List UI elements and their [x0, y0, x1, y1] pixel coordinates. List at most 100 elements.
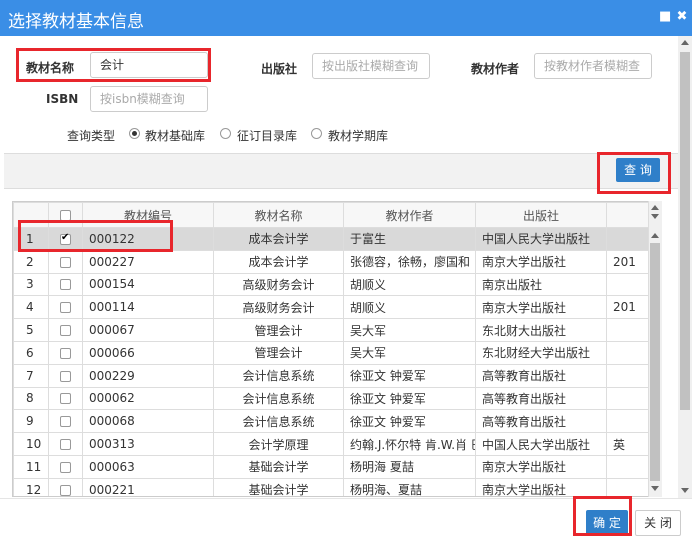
row-select[interactable]: [48, 409, 83, 434]
grid-scroll-thumb[interactable]: [650, 243, 660, 481]
row-publisher: 南京大学出版社: [475, 477, 607, 496]
row-publisher: 南京大学出版社: [475, 454, 607, 479]
dialog-scroll-down-icon[interactable]: [681, 488, 689, 493]
row-name: 管理会计: [213, 340, 344, 365]
table-row[interactable]: 2 000227 成本会计学 张德容，徐畅，廖国和 南京大学出版社 201: [13, 249, 661, 274]
row-name: 会计信息系统: [213, 409, 344, 434]
table-row[interactable]: 11 000063 基础会计学 杨明海 夏喆 南京大学出版社: [13, 454, 661, 479]
row-select[interactable]: [48, 318, 83, 342]
table-row[interactable]: 9 000068 会计信息系统 徐亚文 钟爱军 高等教育出版社: [13, 409, 661, 434]
row-checkbox[interactable]: [60, 439, 71, 451]
row-select[interactable]: [48, 432, 83, 456]
row-checkbox[interactable]: [60, 461, 71, 473]
query-type-label-base: 教材基础库: [145, 129, 206, 143]
row-select[interactable]: [48, 363, 83, 388]
row-author: 徐亚文 钟爱军: [343, 363, 476, 388]
close-button[interactable]: 关 闭: [635, 510, 681, 536]
row-index: 9: [13, 409, 49, 434]
row-name: 管理会计: [213, 318, 344, 342]
row-code: 000114: [82, 295, 214, 320]
row-publisher: 东北财大出版社: [475, 318, 607, 342]
grid-scroll-up-arrow-icon[interactable]: [651, 233, 659, 238]
row-publisher: 中国人民大学出版社: [475, 227, 607, 251]
row-index: 5: [13, 318, 49, 342]
dialog-title: 选择教材基本信息: [8, 12, 144, 32]
row-publisher: 高等教育出版社: [475, 363, 607, 388]
row-author: 杨明海、夏喆: [343, 477, 476, 496]
table-row[interactable]: 10 000313 会计学原理 约翰.J.怀尔特 肯.W.肖 巴中国人民大学出版社英: [13, 432, 661, 456]
row-checkbox[interactable]: [60, 347, 71, 359]
row-code: 000066: [82, 340, 214, 365]
row-name: 会计信息系统: [213, 386, 344, 411]
col-header-publisher[interactable]: 出版社: [475, 202, 607, 228]
row-checkbox[interactable]: [60, 302, 71, 314]
row-select[interactable]: [48, 295, 83, 320]
row-checkbox[interactable]: [60, 279, 71, 291]
query-type-radio-semester[interactable]: [311, 128, 322, 139]
row-publisher: 中国人民大学出版社: [475, 432, 607, 456]
table-row[interactable]: 8 000062 会计信息系统 徐亚文 钟爱军 高等教育出版社: [13, 386, 661, 411]
close-icon[interactable]: ✖: [676, 10, 688, 23]
row-code: 000068: [82, 409, 214, 434]
table-row[interactable]: 6 000066 管理会计 吴大军 东北财经大学出版社: [13, 340, 661, 365]
table-row[interactable]: 3 000154 高级财务会计 胡顺义 南京出版社: [13, 272, 661, 297]
row-author: 于富生: [343, 227, 476, 251]
table-row[interactable]: 12 000221 基础会计学 杨明海、夏喆 南京大学出版社: [13, 477, 661, 496]
row-checkbox[interactable]: [60, 393, 71, 405]
row-select[interactable]: [48, 386, 83, 411]
row-checkbox[interactable]: [60, 325, 71, 337]
row-code: 000067: [82, 318, 214, 342]
row-index: 12: [13, 477, 49, 496]
table-row[interactable]: 7 000229 会计信息系统 徐亚文 钟爱军 高等教育出版社: [13, 363, 661, 388]
row-select[interactable]: [48, 340, 83, 365]
isbn-input[interactable]: 按isbn模糊查询: [90, 86, 208, 112]
grid-scroll-down-icon[interactable]: [651, 486, 659, 491]
row-publisher: 东北财经大学出版社: [475, 340, 607, 365]
row-select[interactable]: [48, 477, 83, 496]
grid-scroll-up-icon[interactable]: [651, 205, 659, 210]
table-row[interactable]: 4 000114 高级财务会计 胡顺义 南京大学出版社 201: [13, 295, 661, 320]
query-toolbar: [4, 153, 688, 189]
row-checkbox[interactable]: [60, 416, 71, 428]
row-index: 6: [13, 340, 49, 365]
row-publisher: 南京大学出版社: [475, 249, 607, 274]
row-checkbox[interactable]: [60, 370, 71, 382]
maximize-icon[interactable]: ■: [659, 10, 671, 23]
row-index: 7: [13, 363, 49, 388]
highlight-row-box: [18, 220, 173, 252]
query-type-radio-catalog[interactable]: [220, 128, 231, 139]
row-publisher: 南京大学出版社: [475, 295, 607, 320]
row-name: 高级财务会计: [213, 295, 344, 320]
author-input[interactable]: 按教材作者模糊查: [534, 53, 652, 79]
row-checkbox[interactable]: [60, 484, 71, 496]
row-author: 徐亚文 钟爱军: [343, 386, 476, 411]
row-checkbox[interactable]: [60, 256, 71, 268]
row-index: 11: [13, 454, 49, 479]
row-select[interactable]: [48, 272, 83, 297]
dialog-scroll-up-icon[interactable]: [681, 40, 689, 45]
row-publisher: 南京出版社: [475, 272, 607, 297]
dialog-scroll-thumb[interactable]: [680, 52, 690, 410]
row-name: 基础会计学: [213, 454, 344, 479]
query-type-radio-base[interactable]: [129, 128, 140, 139]
row-author: 张德容，徐畅，廖国和: [343, 249, 476, 274]
row-code: 000313: [82, 432, 214, 456]
table-row[interactable]: 5 000067 管理会计 吴大军 东北财大出版社: [13, 318, 661, 342]
publisher-input[interactable]: 按出版社模糊查询: [312, 53, 430, 79]
col-header-author[interactable]: 教材作者: [343, 202, 476, 228]
row-code: 000221: [82, 477, 214, 496]
row-author: 吴大军: [343, 340, 476, 365]
author-label: 教材作者: [471, 62, 520, 76]
row-select[interactable]: [48, 454, 83, 479]
row-publisher: 高等教育出版社: [475, 409, 607, 434]
row-index: 8: [13, 386, 49, 411]
row-name: 基础会计学: [213, 477, 344, 496]
row-author: 胡顺义: [343, 295, 476, 320]
publisher-label: 出版社: [261, 62, 298, 76]
col-header-name[interactable]: 教材名称: [213, 202, 344, 228]
grid-scroll-down-small-icon[interactable]: [651, 214, 659, 219]
query-type-label: 查询类型: [67, 129, 116, 143]
row-name: 会计学原理: [213, 432, 344, 456]
row-select[interactable]: [48, 249, 83, 274]
row-author: 约翰.J.怀尔特 肯.W.肖 巴: [343, 432, 476, 456]
